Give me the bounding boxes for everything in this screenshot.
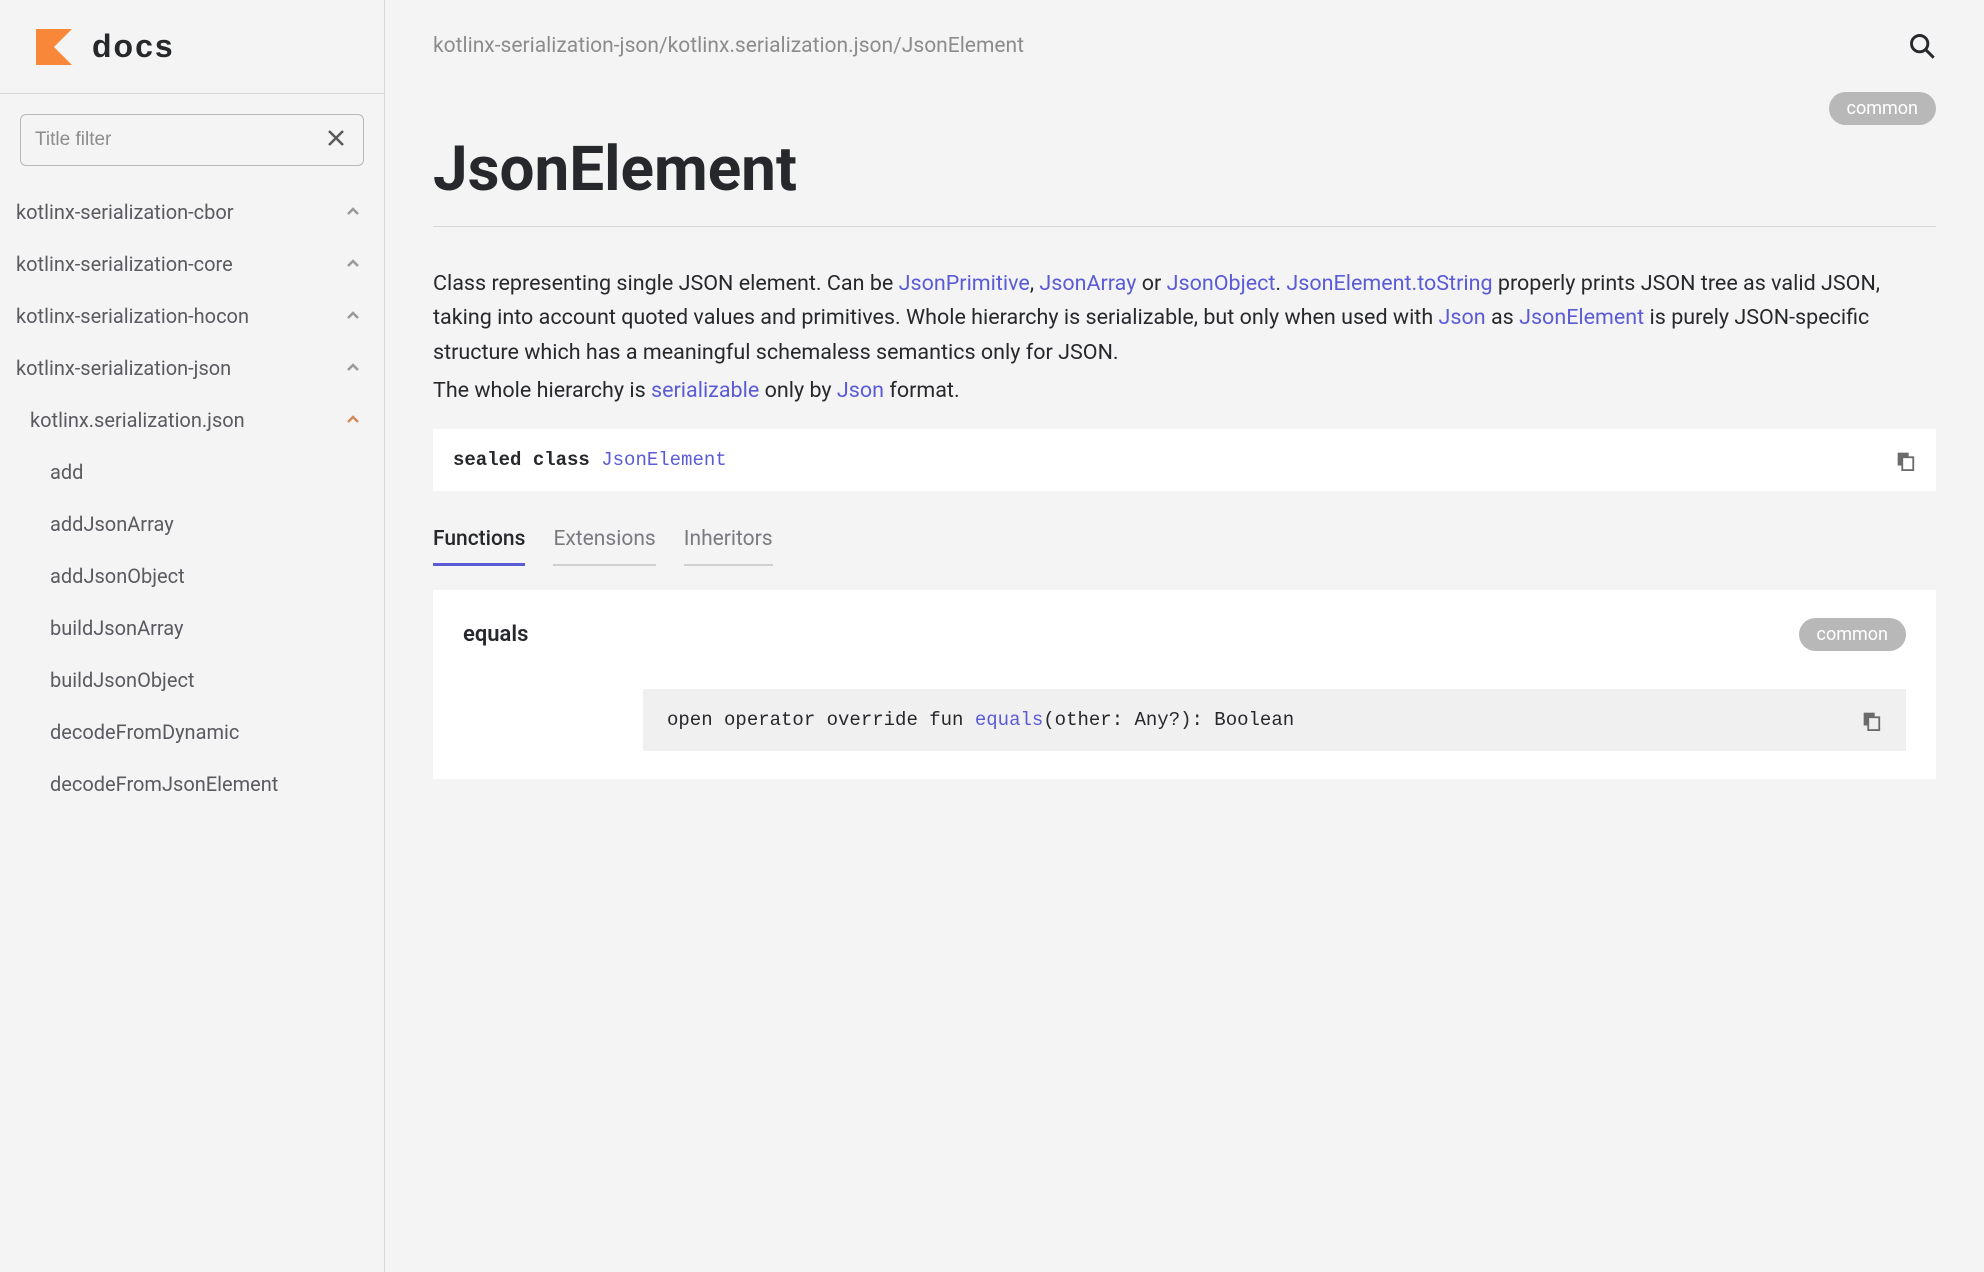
- signature-block: sealed class JsonElement: [433, 429, 1936, 491]
- sidebar-item-addjsonobject[interactable]: addJsonObject: [0, 550, 384, 602]
- member-name[interactable]: equals: [463, 622, 528, 647]
- chevron-up-icon: [346, 257, 360, 271]
- logo-row: docs: [0, 0, 384, 94]
- tab-functions[interactable]: Functions: [433, 527, 525, 566]
- nav-group-hocon[interactable]: kotlinx-serialization-hocon: [0, 290, 384, 342]
- title-rule: [433, 226, 1936, 227]
- link-jsonobject[interactable]: JsonObject: [1167, 271, 1276, 296]
- sidebar-item-buildjsonobject[interactable]: buildJsonObject: [0, 654, 384, 706]
- chevron-up-icon: [346, 361, 360, 375]
- member-fn-link[interactable]: equals: [975, 709, 1043, 731]
- filter-wrap: [0, 94, 384, 186]
- clear-filter-button[interactable]: [323, 123, 349, 157]
- tab-extensions[interactable]: Extensions: [553, 527, 655, 566]
- nav-subpackage-label: kotlinx.serialization.json: [30, 408, 245, 432]
- description-p1: Class representing single JSON element. …: [433, 267, 1936, 370]
- nav-group-label: kotlinx-serialization-core: [16, 252, 233, 276]
- sidebar-item-add[interactable]: add: [0, 446, 384, 498]
- member-common-badge: common: [1799, 618, 1906, 651]
- page-title: JsonElement: [433, 133, 1936, 206]
- nav-group-json[interactable]: kotlinx-serialization-json: [0, 342, 384, 394]
- sidebar-item-buildjsonarray[interactable]: buildJsonArray: [0, 602, 384, 654]
- tabs: Functions Extensions Inheritors: [433, 527, 1936, 566]
- search-icon[interactable]: [1908, 32, 1936, 60]
- link-tostring[interactable]: JsonElement.toString: [1286, 271, 1492, 296]
- nav-group-label: kotlinx-serialization-cbor: [16, 200, 234, 224]
- sig-name[interactable]: JsonElement: [601, 449, 726, 471]
- link-json2[interactable]: Json: [837, 378, 884, 403]
- chevron-up-icon: [346, 309, 360, 323]
- member-card-equals: equals common open operator override fun…: [433, 590, 1936, 779]
- sidebar-item-decodefromdynamic[interactable]: decodeFromDynamic: [0, 706, 384, 758]
- sig-modifiers: sealed class: [453, 449, 601, 471]
- link-jsonprimitive[interactable]: JsonPrimitive: [899, 271, 1030, 296]
- chevron-up-icon: [346, 205, 360, 219]
- close-icon: [327, 129, 345, 147]
- nav-group-label: kotlinx-serialization-hocon: [16, 304, 249, 328]
- breadcrumb[interactable]: kotlinx-serialization-json/kotlinx.seria…: [433, 34, 1024, 58]
- link-json[interactable]: Json: [1439, 305, 1486, 330]
- link-serializable[interactable]: serializable: [651, 378, 759, 403]
- description-p2: The whole hierarchy is serializable only…: [433, 374, 1936, 408]
- nav-group-label: kotlinx-serialization-json: [16, 356, 231, 380]
- link-jsonelement[interactable]: JsonElement: [1519, 305, 1644, 330]
- chevron-up-icon: [346, 413, 360, 427]
- nav-group-core[interactable]: kotlinx-serialization-core: [0, 238, 384, 290]
- tab-inheritors[interactable]: Inheritors: [684, 527, 773, 566]
- member-signature: open operator override fun equals(other:…: [643, 689, 1906, 751]
- copy-icon[interactable]: [1894, 449, 1916, 471]
- kotlin-logo-icon: [36, 29, 72, 65]
- title-filter[interactable]: [20, 114, 364, 166]
- title-filter-input[interactable]: [35, 129, 323, 151]
- platform-badge-row: common: [433, 92, 1936, 125]
- sidebar-item-addjsonarray[interactable]: addJsonArray: [0, 498, 384, 550]
- docs-label: docs: [92, 28, 175, 65]
- copy-icon[interactable]: [1860, 709, 1882, 731]
- nav-subpackage[interactable]: kotlinx.serialization.json: [0, 394, 384, 446]
- sidebar-item-decodefromjsonelement[interactable]: decodeFromJsonElement: [0, 758, 384, 810]
- nav-group-cbor[interactable]: kotlinx-serialization-cbor: [0, 186, 384, 238]
- topbar: kotlinx-serialization-json/kotlinx.seria…: [385, 0, 1984, 92]
- link-jsonarray[interactable]: JsonArray: [1039, 271, 1136, 296]
- common-badge: common: [1829, 92, 1936, 125]
